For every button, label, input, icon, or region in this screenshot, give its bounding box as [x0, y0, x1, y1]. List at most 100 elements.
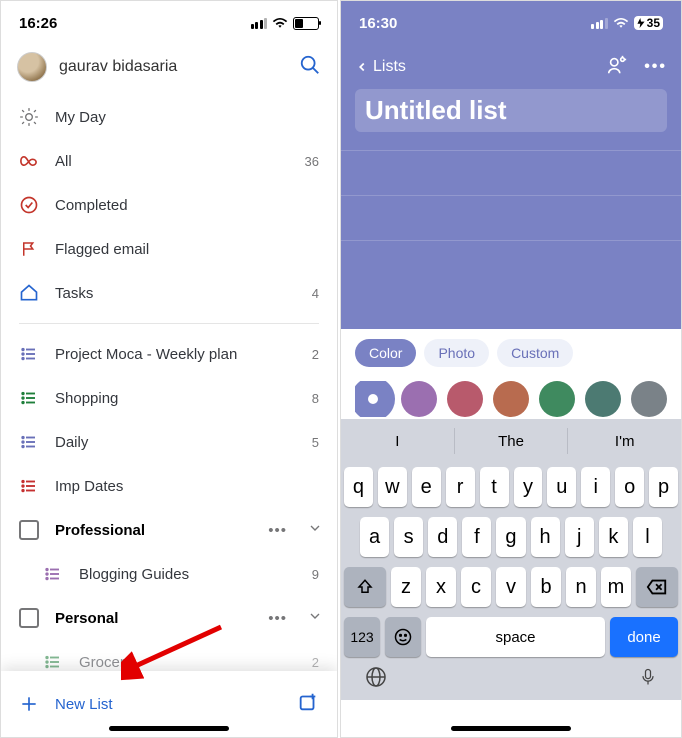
- key-e[interactable]: e: [412, 467, 441, 507]
- key-d[interactable]: d: [428, 517, 457, 557]
- smart-list-my-day[interactable]: My Day: [1, 95, 337, 139]
- mic-icon[interactable]: [638, 665, 658, 694]
- list-rows-placeholder: [341, 132, 681, 329]
- status-time: 16:30: [359, 15, 397, 32]
- color-swatch[interactable]: [631, 381, 667, 417]
- cellular-icon: [591, 18, 608, 29]
- list-item[interactable]: Shopping 8: [1, 376, 337, 420]
- tab-photo[interactable]: Photo: [424, 339, 489, 367]
- folder-options-icon[interactable]: •••: [264, 610, 291, 627]
- tab-custom[interactable]: Custom: [497, 339, 573, 367]
- key-x[interactable]: x: [426, 567, 456, 607]
- key-space[interactable]: space: [426, 617, 605, 657]
- backspace-icon: [646, 578, 668, 596]
- kb-row-2: a s d f g h j k l: [344, 517, 678, 557]
- key-emoji[interactable]: [385, 617, 421, 657]
- key-shift[interactable]: [344, 567, 386, 607]
- chevron-down-icon[interactable]: [307, 520, 323, 540]
- key-r[interactable]: r: [446, 467, 475, 507]
- key-u[interactable]: u: [547, 467, 576, 507]
- smart-list-tasks[interactable]: Tasks 4: [1, 271, 337, 315]
- list-title-input[interactable]: Untitled list: [355, 89, 667, 132]
- list-item[interactable]: Imp Dates: [1, 464, 337, 508]
- home-icon: [19, 283, 39, 303]
- color-swatch[interactable]: [493, 381, 529, 417]
- key-j[interactable]: j: [565, 517, 594, 557]
- new-list-button[interactable]: New List: [19, 694, 281, 714]
- key-w[interactable]: w: [378, 467, 407, 507]
- key-q[interactable]: q: [344, 467, 373, 507]
- list-label: My Day: [55, 109, 303, 126]
- phone-new-list-screen: 16:30 35 Lists •••: [340, 0, 682, 738]
- kb-footer: [344, 663, 678, 694]
- key-t[interactable]: t: [480, 467, 509, 507]
- list-item[interactable]: Daily 5: [1, 420, 337, 464]
- key-s[interactable]: s: [394, 517, 423, 557]
- key-k[interactable]: k: [599, 517, 628, 557]
- smart-list-all[interactable]: All 36: [1, 139, 337, 183]
- key-123[interactable]: 123: [344, 617, 380, 657]
- key-y[interactable]: y: [514, 467, 543, 507]
- color-swatch[interactable]: [447, 381, 483, 417]
- key-done[interactable]: done: [610, 617, 678, 657]
- nav-bar: Lists •••: [341, 45, 681, 89]
- keyboard: q w e r t y u i o p a s d f g h j k l z: [341, 463, 681, 700]
- key-c[interactable]: c: [461, 567, 491, 607]
- color-swatch[interactable]: [355, 381, 391, 417]
- profile-row[interactable]: gaurav bidasaria: [1, 45, 337, 89]
- key-g[interactable]: g: [496, 517, 525, 557]
- kb-row-3: z x c v b n m: [344, 567, 678, 607]
- list-count: 5: [312, 435, 319, 450]
- key-p[interactable]: p: [649, 467, 678, 507]
- profile-name: gaurav bidasaria: [59, 58, 287, 76]
- list-label: Blogging Guides: [79, 566, 296, 583]
- folder-name: Professional: [55, 522, 248, 539]
- list-item[interactable]: Blogging Guides 9: [1, 552, 337, 596]
- color-swatch[interactable]: [539, 381, 575, 417]
- back-label: Lists: [373, 58, 406, 76]
- tab-color[interactable]: Color: [355, 339, 416, 367]
- key-o[interactable]: o: [615, 467, 644, 507]
- smart-list-completed[interactable]: Completed: [1, 183, 337, 227]
- key-f[interactable]: f: [462, 517, 491, 557]
- key-i[interactable]: i: [581, 467, 610, 507]
- key-z[interactable]: z: [391, 567, 421, 607]
- theme-panel: Color Photo Custom: [341, 329, 681, 419]
- smart-list-flagged[interactable]: Flagged email: [1, 227, 337, 271]
- suggestion[interactable]: The: [455, 433, 568, 450]
- new-group-icon[interactable]: [297, 691, 319, 718]
- suggestion[interactable]: I'm: [568, 433, 681, 450]
- folder-icon: [19, 608, 39, 628]
- back-button[interactable]: Lists: [355, 58, 406, 76]
- key-m[interactable]: m: [601, 567, 631, 607]
- folder-options-icon[interactable]: •••: [264, 522, 291, 539]
- bullet-list-icon: [43, 565, 63, 583]
- bullet-list-icon: [43, 653, 63, 671]
- divider: [19, 323, 319, 324]
- chevron-down-icon[interactable]: [307, 608, 323, 628]
- key-v[interactable]: v: [496, 567, 526, 607]
- globe-icon[interactable]: [364, 665, 388, 694]
- folder-icon: [19, 520, 39, 540]
- search-icon[interactable]: [299, 54, 321, 81]
- list-item[interactable]: Project Moca - Weekly plan 2: [1, 332, 337, 376]
- key-l[interactable]: l: [633, 517, 662, 557]
- keyboard-suggestions: I The I'm: [341, 419, 681, 463]
- folder-professional[interactable]: Professional •••: [1, 508, 337, 552]
- key-a[interactable]: a: [360, 517, 389, 557]
- more-icon[interactable]: •••: [644, 58, 667, 76]
- kb-row-1: q w e r t y u i o p: [344, 467, 678, 507]
- share-icon[interactable]: [606, 54, 628, 81]
- smart-lists: My Day All 36 Completed Flagged email: [1, 89, 337, 690]
- folder-personal[interactable]: Personal •••: [1, 596, 337, 640]
- bullet-list-icon: [19, 389, 39, 407]
- key-h[interactable]: h: [531, 517, 560, 557]
- color-swatch[interactable]: [585, 381, 621, 417]
- key-backspace[interactable]: [636, 567, 678, 607]
- color-swatch[interactable]: [401, 381, 437, 417]
- bullet-list-icon: [19, 433, 39, 451]
- list-label: Completed: [55, 197, 303, 214]
- key-n[interactable]: n: [566, 567, 596, 607]
- key-b[interactable]: b: [531, 567, 561, 607]
- suggestion[interactable]: I: [341, 433, 454, 450]
